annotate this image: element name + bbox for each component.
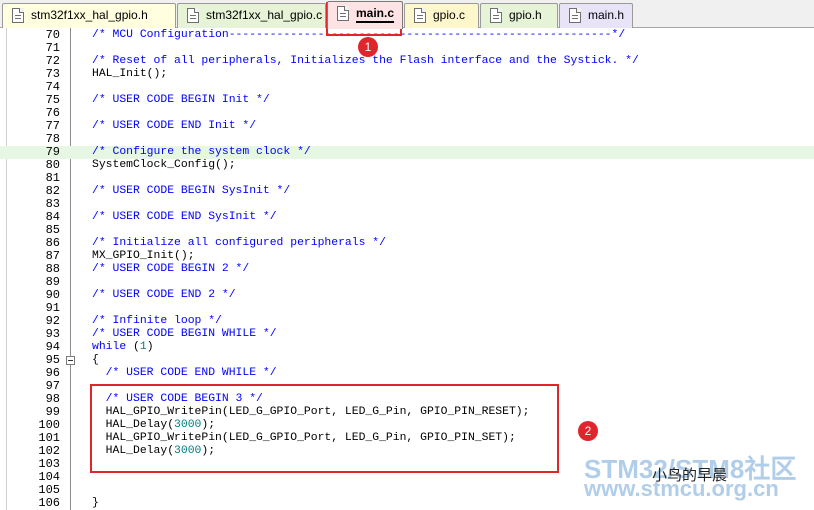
comment-token: /* USER CODE END WHILE */ — [92, 367, 277, 379]
code-text: MX_GPIO_Init(); — [92, 250, 195, 263]
code-text: SystemClock_Config(); — [92, 159, 236, 172]
code-text: /* Initialize all configured peripherals… — [92, 237, 386, 250]
comment-token: /* USER CODE END SysInit */ — [92, 211, 277, 223]
tab-main-c[interactable]: main.c — [327, 1, 403, 29]
code-line[interactable]: 90/* USER CODE END 2 */ — [0, 289, 814, 302]
code-line[interactable]: 77/* USER CODE END Init */ — [0, 120, 814, 133]
tab-stm32f1xx_hal_gpio-h[interactable]: stm32f1xx_hal_gpio.h — [2, 3, 176, 28]
editor-tab-bar: stm32f1xx_hal_gpio.h stm32f1xx_hal_gpio.c… — [0, 0, 814, 29]
code-line[interactable]: 81 — [0, 172, 814, 185]
comment-token: /* USER CODE END 2 */ — [92, 289, 236, 301]
code-text: /* USER CODE BEGIN 2 */ — [92, 263, 249, 276]
code-line[interactable]: 86/* Initialize all configured periphera… — [0, 237, 814, 250]
code-text: /* Reset of all peripherals, Initializes… — [92, 55, 639, 68]
code-text: /* Configure the system clock */ — [92, 146, 311, 159]
comment-token: /* Infinite loop */ — [92, 315, 222, 327]
code-line[interactable]: 75/* USER CODE BEGIN Init */ — [0, 94, 814, 107]
code-token: } — [92, 497, 99, 509]
code-text: while (1) — [92, 341, 154, 354]
code-line[interactable]: 88/* USER CODE BEGIN 2 */ — [0, 263, 814, 276]
tab-main-h[interactable]: main.h — [559, 3, 633, 28]
keyword-token: while — [92, 341, 127, 353]
file-icon — [414, 8, 426, 23]
code-line[interactable]: 72/* Reset of all peripherals, Initializ… — [0, 55, 814, 68]
comment-token: /* Configure the system clock */ — [92, 146, 311, 158]
comment-token: /* Initialize all configured peripherals… — [92, 237, 386, 249]
tab-label: stm32f1xx_hal_gpio.c — [206, 8, 323, 22]
code-text: /* USER CODE END 2 */ — [92, 289, 236, 302]
code-text: /* USER CODE END SysInit */ — [92, 211, 277, 224]
code-line[interactable]: 95{ — [0, 354, 814, 367]
code-line[interactable]: 73 HAL_Init(); — [0, 68, 814, 81]
code-token: { — [92, 354, 99, 366]
code-line[interactable]: 71 — [0, 42, 814, 55]
code-token: MX_GPIO_Init(); — [92, 250, 195, 262]
annotation-badge-2: 2 — [578, 421, 598, 441]
tab-label: main.h — [588, 8, 625, 22]
code-text: } — [92, 497, 99, 510]
code-line[interactable]: 70/* MCU Configuration------------------… — [0, 29, 814, 42]
tab-gpio-h[interactable]: gpio.h — [480, 3, 558, 28]
code-text: /* USER CODE END WHILE */ — [92, 367, 277, 380]
code-line[interactable]: 94 while (1) — [0, 341, 814, 354]
code-line[interactable]: 74 — [0, 81, 814, 94]
tab-label: stm32f1xx_hal_gpio.h — [31, 8, 148, 22]
tab-label: gpio.h — [509, 8, 542, 22]
file-icon — [490, 8, 502, 23]
code-token: SystemClock_Config(); — [92, 159, 236, 171]
comment-token: /* USER CODE BEGIN Init */ — [92, 94, 270, 106]
code-line[interactable]: 78 — [0, 133, 814, 146]
code-text: /* Infinite loop */ — [92, 315, 222, 328]
code-line[interactable]: 93/* USER CODE BEGIN WHILE */ — [0, 328, 814, 341]
code-text: HAL_Init(); — [92, 68, 167, 81]
comment-token: /* USER CODE BEGIN 2 */ — [92, 263, 250, 275]
code-line[interactable]: 80 SystemClock_Config(); — [0, 159, 814, 172]
code-line[interactable]: 96 /* USER CODE END WHILE */ — [0, 367, 814, 380]
tab-label: main.c — [356, 6, 395, 23]
code-text: /* USER CODE BEGIN SysInit */ — [92, 185, 290, 198]
code-line[interactable]: 87 MX_GPIO_Init(); — [0, 250, 814, 263]
line-number: 106 — [38, 496, 60, 510]
tab-label: gpio.c — [433, 8, 466, 22]
annotation-badge-1: 1 — [358, 37, 378, 57]
code-line[interactable]: 91 — [0, 302, 814, 315]
code-line[interactable]: 85 — [0, 224, 814, 237]
code-token: ) — [146, 341, 154, 353]
code-line[interactable]: 84/* USER CODE END SysInit */ — [0, 211, 814, 224]
number-token: 1 — [139, 341, 147, 353]
file-icon — [337, 6, 349, 21]
tab-stm32f1xx_hal_gpio-c[interactable]: stm32f1xx_hal_gpio.c — [177, 3, 326, 28]
code-line[interactable]: 76 — [0, 107, 814, 120]
fold-collapse-icon[interactable] — [66, 356, 75, 365]
watermark-author: 小鸟的早晨 — [652, 466, 728, 484]
code-text: /* USER CODE BEGIN WHILE */ — [92, 328, 277, 341]
code-line[interactable]: 89 — [0, 276, 814, 289]
code-line[interactable]: 79/* Configure the system clock */ — [0, 146, 814, 159]
code-line[interactable]: 83 — [0, 198, 814, 211]
file-icon — [569, 8, 581, 23]
tab-gpio-c[interactable]: gpio.c — [404, 3, 479, 28]
comment-token: /* USER CODE BEGIN SysInit */ — [92, 185, 291, 197]
code-line[interactable]: 92/* Infinite loop */ — [0, 315, 814, 328]
highlight-box-user-code — [90, 384, 559, 473]
code-text: { — [92, 354, 99, 367]
comment-token: /* USER CODE END Init */ — [92, 120, 257, 132]
code-token: ( — [126, 341, 140, 353]
code-text: /* USER CODE BEGIN Init */ — [92, 94, 270, 107]
file-icon — [12, 8, 24, 23]
code-token: HAL_Init(); — [92, 68, 168, 80]
comment-token: /* USER CODE BEGIN WHILE */ — [92, 328, 277, 340]
code-text: /* USER CODE END Init */ — [92, 120, 256, 133]
code-line[interactable]: 82/* USER CODE BEGIN SysInit */ — [0, 185, 814, 198]
file-icon — [187, 8, 199, 23]
